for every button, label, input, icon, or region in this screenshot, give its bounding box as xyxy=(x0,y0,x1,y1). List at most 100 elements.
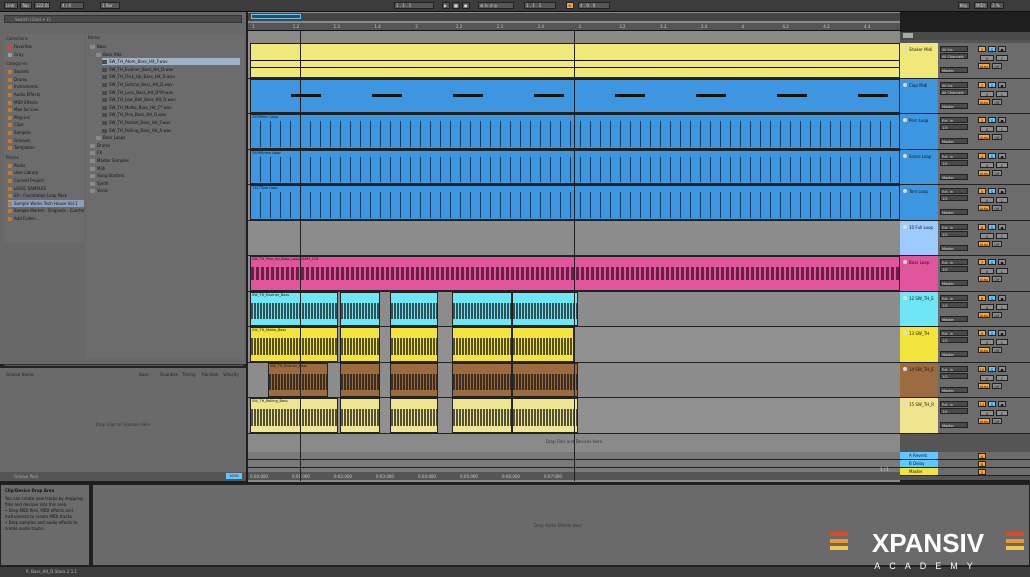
track-fold-icon[interactable] xyxy=(903,331,907,335)
sidebar-item-packs[interactable]: Packs xyxy=(8,162,25,169)
output-menu[interactable]: Master xyxy=(940,138,968,144)
output-menu[interactable]: Master xyxy=(940,244,968,251)
browser-list-item[interactable]: Song Starters xyxy=(90,172,240,179)
browser-list-item[interactable]: SW_TH_Rocket_Bass_Hit_F.wav xyxy=(102,119,240,126)
browser-list-item[interactable]: Bass xyxy=(90,43,240,50)
track-activator-button[interactable]: 9 xyxy=(978,330,986,336)
browser-list-item[interactable]: Synth xyxy=(90,180,240,187)
monitor-off-button[interactable]: Off xyxy=(992,134,1002,140)
solo-button[interactable]: S xyxy=(988,401,996,407)
return-activator-button[interactable]: 0 xyxy=(978,469,986,475)
volume-field[interactable]: 0 xyxy=(980,374,994,381)
sidebar-item-gray[interactable]: Gray xyxy=(8,51,24,58)
monitor-off-button[interactable]: Off xyxy=(992,311,1002,318)
monitor-off-button[interactable]: Off xyxy=(992,98,1002,105)
track-fold-icon[interactable] xyxy=(903,153,907,158)
track-header[interactable]: 13 SW_TH Ext. In 1/2 Master 9 S ● 0 C Auto Off xyxy=(900,327,1030,363)
track-header[interactable]: 10 Full Loop Ext. In 1/2 Master 6 S ● 0 C Auto Off xyxy=(900,220,1030,256)
track-fold-icon[interactable] xyxy=(903,260,907,264)
input-type-menu[interactable]: Ext. In xyxy=(940,117,968,123)
sidebar-item-user-library[interactable]: User Library xyxy=(8,169,38,176)
record-button[interactable]: ● xyxy=(462,2,470,9)
arrangement-clip[interactable]: SW_TH_Evolner_Bass xyxy=(250,291,338,326)
solo-button[interactable]: S xyxy=(988,46,996,52)
monitor-auto-button[interactable]: Auto xyxy=(978,98,990,105)
input-type-menu[interactable]: Ext. In xyxy=(940,401,968,407)
arrangement-clip[interactable] xyxy=(512,291,578,326)
browser-list-item[interactable]: FX xyxy=(90,149,240,156)
monitor-auto-button[interactable]: Auto xyxy=(978,63,990,69)
monitor-off-button[interactable]: Off xyxy=(992,169,1002,176)
return-track-header[interactable]: Master 0 xyxy=(900,468,1030,476)
output-menu[interactable]: Master xyxy=(940,351,968,357)
input-channel-menu[interactable]: 1/2 xyxy=(940,195,968,201)
sidebar-item-ea-foundation-loop-pack[interactable]: EA - Foundation Loop Pack xyxy=(8,192,67,199)
output-menu[interactable]: Master xyxy=(940,315,968,322)
arrangement-clip[interactable]: 1317Tom Loop xyxy=(250,185,900,220)
browser-list-item[interactable]: Vocal xyxy=(90,187,240,194)
play-button[interactable]: ▶ xyxy=(442,2,450,9)
monitor-auto-button[interactable]: Auto xyxy=(978,382,990,389)
solo-button[interactable]: S xyxy=(988,330,996,336)
track-fold-icon[interactable] xyxy=(903,402,907,406)
monitor-off-button[interactable]: Off xyxy=(992,276,1002,282)
sidebar-item-plug-ins[interactable]: Plug-ins xyxy=(8,114,30,121)
track-header[interactable]: 14 SW_TH_E Ext. In 1/2 Master 10 S ● 0 C Auto Off xyxy=(900,362,1030,398)
track-header[interactable]: 12 SW_TH_E Ext. In 1/2 Master 8 S ● 0 C Auto Off xyxy=(900,291,1030,327)
arrangement-clip[interactable]: SW_TH_Molko_Bass xyxy=(250,327,338,362)
return-track-header[interactable]: A Reverb A xyxy=(900,452,1030,460)
pan-field[interactable]: C xyxy=(996,55,1008,61)
sidebar-item-drums[interactable]: Drums xyxy=(8,76,27,83)
pan-field[interactable]: C xyxy=(996,410,1008,416)
return-activator-button[interactable]: A xyxy=(978,453,986,459)
output-menu[interactable]: Master xyxy=(940,422,968,428)
key-map-button[interactable]: Key xyxy=(958,2,970,9)
input-type-menu[interactable]: Ext. In xyxy=(940,188,968,194)
arm-button[interactable]: ● xyxy=(998,259,1006,265)
input-type-menu[interactable]: All Ins xyxy=(940,81,968,88)
track-fold-icon[interactable] xyxy=(903,189,907,193)
browser-search-input[interactable]: Search (Cmd + F) xyxy=(4,15,242,23)
input-channel-menu[interactable]: 1/2 xyxy=(940,266,968,272)
solo-button[interactable]: S xyxy=(988,117,996,123)
track-activator-button[interactable]: 3 xyxy=(978,117,986,123)
track-header[interactable]: Shaker Midi All Ins All Channels Master 1 S ● 0… xyxy=(900,43,1030,79)
output-menu[interactable]: Master xyxy=(940,67,968,73)
monitor-off-button[interactable]: Off xyxy=(992,382,1002,389)
monitor-auto-button[interactable]: Auto xyxy=(978,418,990,424)
sidebar-item-instruments[interactable]: Instruments xyxy=(8,83,38,90)
sidebar-item-sounds[interactable]: Sounds xyxy=(8,68,29,75)
arrangement-clip[interactable] xyxy=(340,398,380,433)
beat-ruler[interactable]: 1 1.2 1.3 1.4 2 2.2 2.3 2.4 3 3.2 3.3 3.4 4 4.2 4.3 4.4 xyxy=(248,23,900,31)
arrangement-clip[interactable] xyxy=(390,362,438,397)
arm-button[interactable]: ● xyxy=(998,46,1006,52)
arm-button[interactable]: ● xyxy=(998,330,1006,336)
arrangement-clip[interactable] xyxy=(512,398,578,433)
browser-list-item[interactable]: SW_TH_Loco_Bass_Hit_D*M.wav xyxy=(102,89,240,96)
monitor-auto-button[interactable]: Auto xyxy=(978,134,990,140)
track-activator-button[interactable]: 2 xyxy=(978,81,986,88)
sidebar-item-clips[interactable]: Clips xyxy=(8,121,24,128)
monitor-off-button[interactable]: Off xyxy=(992,418,1002,424)
arm-button[interactable]: ● xyxy=(998,188,1006,194)
monitor-auto-button[interactable]: Auto xyxy=(978,276,990,282)
quantize-menu[interactable]: 1 Bar xyxy=(100,2,120,9)
arrangement-clip[interactable] xyxy=(340,327,380,362)
browser-list-item[interactable]: Master Samples xyxy=(90,157,240,164)
arrangement-clip[interactable] xyxy=(452,362,512,397)
output-menu[interactable]: Master xyxy=(940,386,968,393)
pan-field[interactable]: C xyxy=(996,232,1008,239)
pan-field[interactable]: C xyxy=(996,374,1008,381)
global-amount-field[interactable]: 100% xyxy=(226,473,242,479)
volume-field[interactable]: 0 xyxy=(980,268,994,274)
sidebar-item-favorites[interactable]: Favorites xyxy=(8,43,32,50)
input-type-menu[interactable]: All Ins xyxy=(940,46,968,52)
volume-field[interactable]: 0 xyxy=(980,303,994,310)
loop-length-field[interactable]: 4 . 0 . 0 xyxy=(578,2,610,9)
track-header[interactable]: Snare Loop Ext. In 1/2 Master 4 S ● 0 C Auto Off xyxy=(900,149,1030,185)
monitor-auto-button[interactable]: Auto xyxy=(978,205,990,211)
track-activator-button[interactable]: 7 xyxy=(978,259,986,265)
volume-field[interactable]: 0 xyxy=(980,126,994,132)
arrangement-clip[interactable] xyxy=(452,291,512,326)
browser-list-item[interactable]: Bass Hits xyxy=(96,51,240,58)
